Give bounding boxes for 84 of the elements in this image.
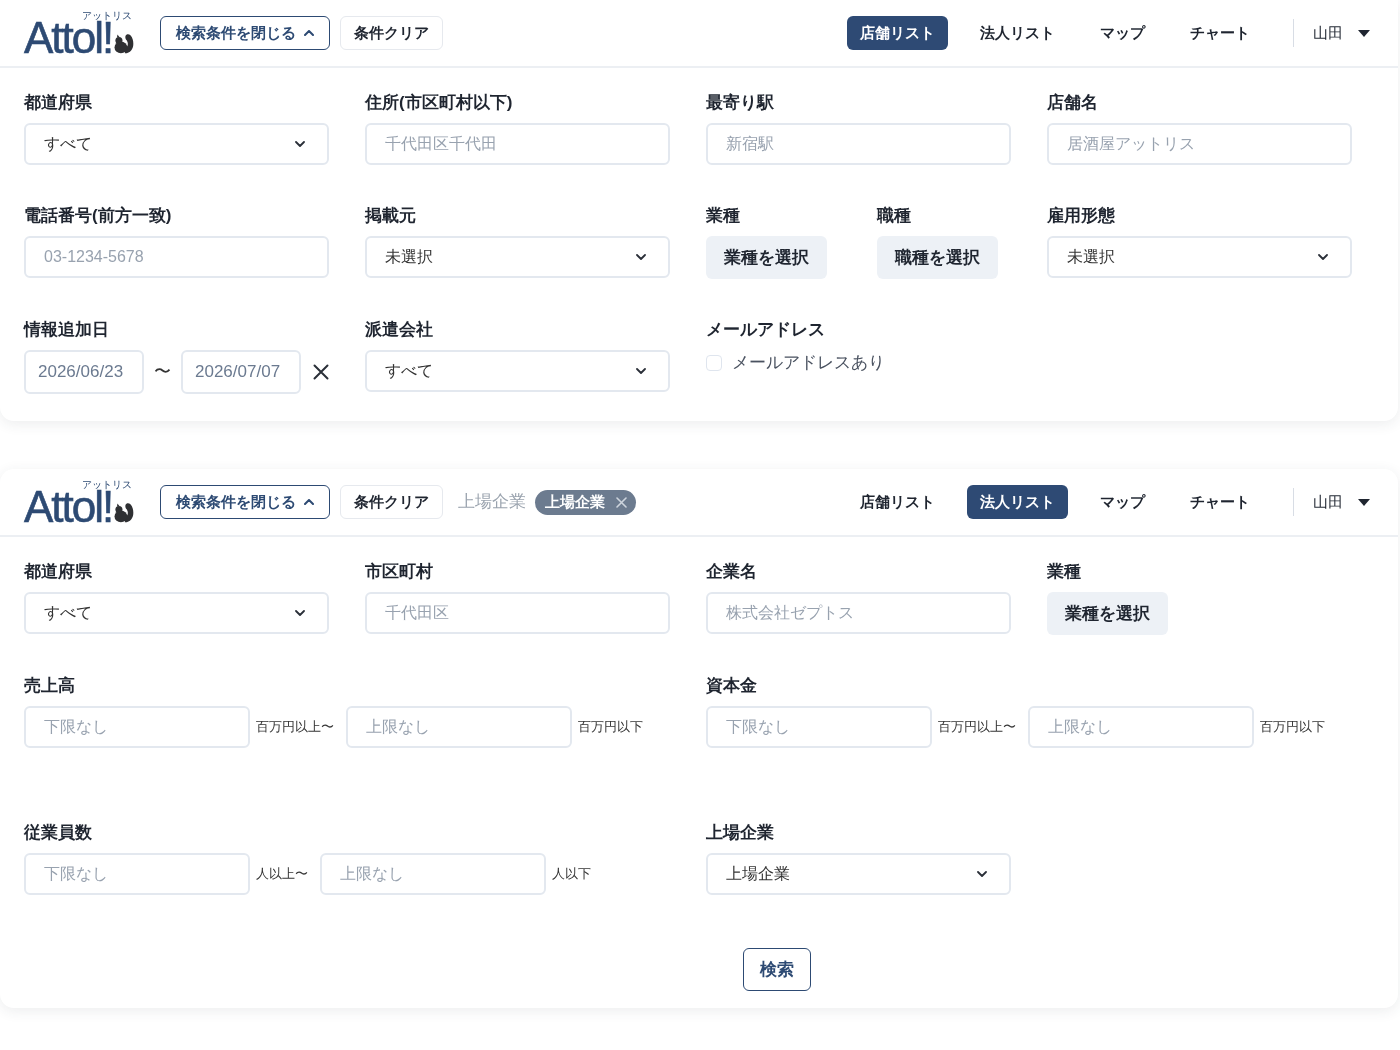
field-label: 情報追加日 (24, 319, 110, 341)
chevron-down-icon (295, 610, 305, 616)
field-label: 掲載元 (365, 205, 417, 227)
field-label: 売上高 (24, 675, 76, 697)
logo-ruby-text: アットリス (82, 11, 132, 21)
chevron-up-icon (304, 499, 314, 505)
logo-text: Attol! (24, 21, 113, 55)
chevron-down-icon (636, 368, 646, 374)
collapse-button[interactable]: 検索条件を閉じる (160, 485, 330, 519)
nav-tab[interactable]: チャート (1177, 16, 1263, 50)
select-button[interactable]: 業種を選択 (1047, 592, 1168, 635)
chevron-down-icon (636, 254, 646, 260)
caret-down-icon (1358, 29, 1370, 37)
nav-tab[interactable]: 法人リスト (967, 16, 1068, 50)
filter-tag-label: 上場企業 (545, 491, 605, 512)
range-separator: 〜 (154, 361, 171, 384)
logo-ruby-text: アットリス (82, 480, 132, 490)
input-field[interactable]: 千代田区 (365, 592, 670, 634)
user-menu[interactable]: 山田 (1313, 485, 1370, 519)
input-field[interactable]: 下限なし (706, 706, 932, 748)
field-label: 職種 (876, 205, 912, 227)
chevron-up-icon (304, 30, 314, 36)
select-field[interactable]: すべて (365, 350, 670, 392)
field-label: 上場企業 (706, 822, 775, 844)
date-field[interactable]: 2026/07/07 (181, 350, 301, 394)
field-label: 資本金 (706, 675, 758, 697)
clear-button[interactable]: 条件クリア (340, 485, 443, 519)
input-field[interactable]: 下限なし (24, 853, 250, 895)
input-field[interactable]: 新宿駅 (706, 123, 1011, 165)
input-field[interactable]: 上限なし (1028, 706, 1254, 748)
nav-tab[interactable]: マップ (1087, 485, 1158, 519)
select-field[interactable]: 未選択 (365, 236, 670, 278)
caret-down-icon (1358, 498, 1370, 506)
input-field[interactable]: 03-1234-5678 (24, 236, 329, 278)
nav-tab[interactable]: 法人リスト (967, 485, 1068, 519)
checkbox-label: メールアドレスあり (732, 352, 885, 374)
unit-label: 百万円以上〜 (256, 718, 334, 737)
select-field[interactable]: すべて (24, 123, 329, 165)
user-menu[interactable]: 山田 (1313, 16, 1370, 50)
unit-label: 百万円以上〜 (938, 718, 1016, 737)
input-field[interactable]: 千代田区千代田 (365, 123, 670, 165)
input-field[interactable]: 上限なし (320, 853, 546, 895)
chevron-down-icon (1318, 254, 1328, 260)
field-label: 従業員数 (24, 822, 93, 844)
input-field[interactable]: 株式会社ゼプトス (706, 592, 1011, 634)
filter-summary: 上場企業 (458, 491, 526, 514)
field-label: 業種 (706, 205, 741, 227)
input-field[interactable]: 下限なし (24, 706, 250, 748)
nav-tab[interactable]: チャート (1177, 485, 1263, 519)
field-label: 業種 (1047, 561, 1082, 583)
input-field[interactable]: 上限なし (346, 706, 572, 748)
chevron-down-icon (295, 141, 305, 147)
select-button[interactable]: 業種を選択 (706, 236, 827, 279)
unit-label: 百万円以下 (1260, 718, 1325, 737)
field-label: 都道府県 (24, 561, 93, 583)
search-button[interactable]: 検索 (743, 948, 811, 991)
field-label: 住所(市区町村以下) (365, 92, 514, 114)
unit-label: 百万円以下 (578, 718, 643, 737)
nav-tab[interactable]: 店舗リスト (847, 16, 948, 50)
field-label: メールアドレス (706, 319, 826, 341)
collapse-button[interactable]: 検索条件を閉じる (160, 16, 330, 50)
field-label: 店舗名 (1047, 92, 1099, 114)
chevron-down-icon (977, 871, 987, 877)
field-label: 派遣会社 (365, 319, 434, 341)
field-label: 企業名 (706, 561, 758, 583)
checkbox[interactable] (706, 354, 722, 371)
input-field[interactable]: 居酒屋アットリス (1047, 123, 1352, 165)
date-field[interactable]: 2026/06/23 (24, 350, 144, 394)
unit-label: 人以上〜 (256, 865, 308, 884)
select-button[interactable]: 職種を選択 (876, 236, 998, 279)
nav-tab[interactable]: マップ (1087, 16, 1158, 50)
close-icon[interactable] (313, 364, 329, 380)
field-label: 最寄り駅 (706, 92, 775, 114)
logo-text: Attol! (24, 490, 113, 524)
select-field[interactable]: すべて (24, 592, 329, 634)
nav-tab[interactable]: 店舗リスト (847, 485, 948, 519)
field-label: 雇用形態 (1047, 205, 1116, 227)
clear-button[interactable]: 条件クリア (340, 16, 443, 50)
unit-label: 人以下 (552, 865, 591, 884)
field-label: 市区町村 (365, 561, 434, 583)
select-field[interactable]: 上場企業 (706, 853, 1011, 895)
field-label: 都道府県 (24, 92, 93, 114)
field-label: 電話番号(前方一致) (24, 205, 173, 227)
select-field[interactable]: 未選択 (1047, 236, 1352, 278)
